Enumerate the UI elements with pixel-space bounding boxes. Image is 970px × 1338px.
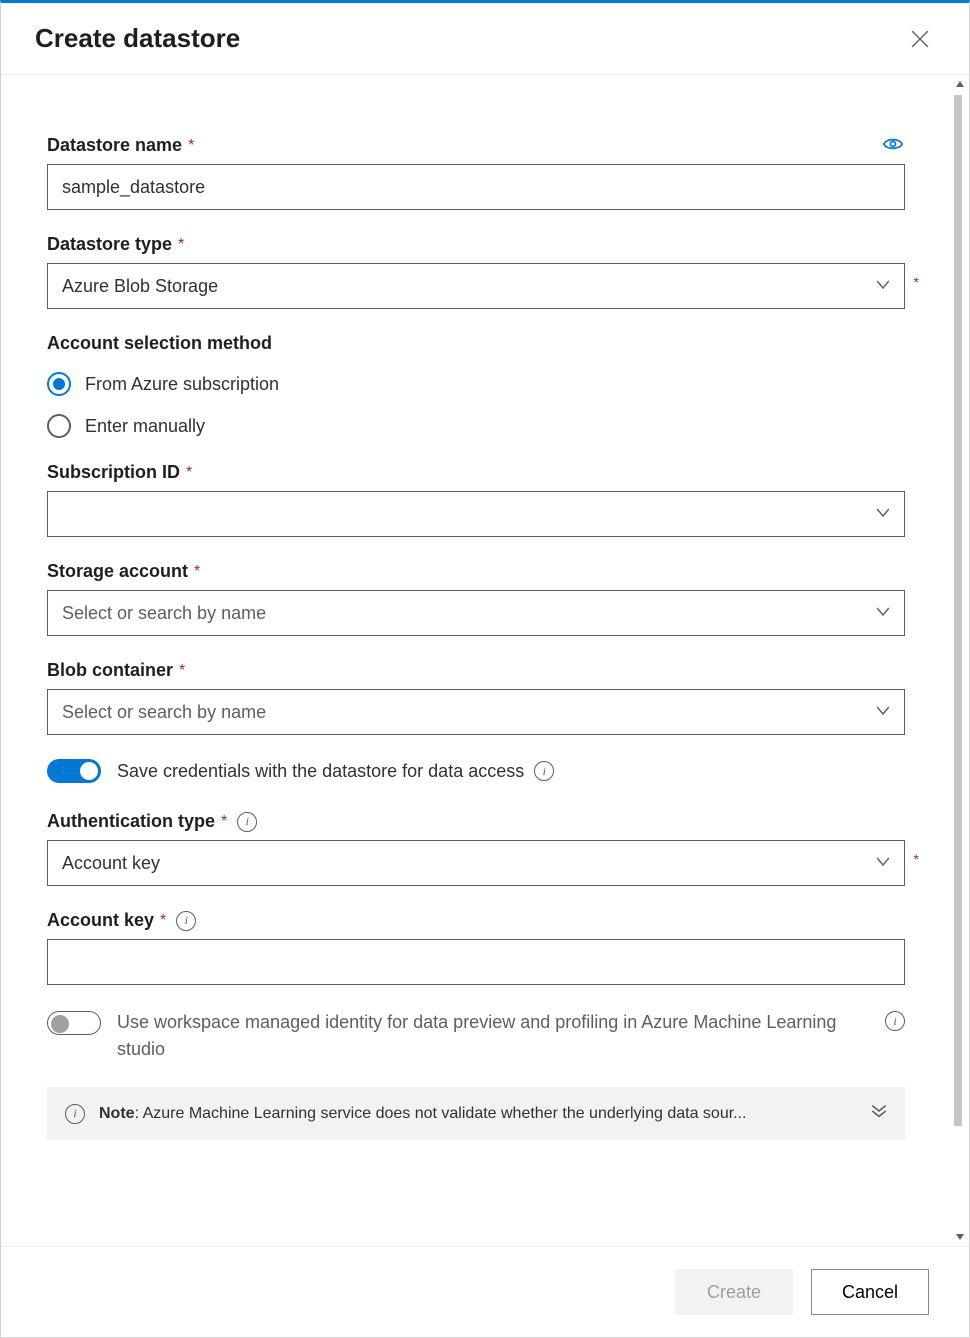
cancel-button[interactable]: Cancel	[811, 1269, 929, 1315]
storage-account-label: Storage account	[47, 561, 188, 582]
radio-enter-manually[interactable]: Enter manually	[47, 414, 905, 438]
datastore-name-label: Datastore name	[47, 135, 182, 156]
create-datastore-panel: Create datastore Datastore name *	[0, 0, 970, 1338]
close-icon	[911, 30, 929, 48]
info-icon[interactable]: i	[885, 1011, 905, 1031]
double-chevron-down-icon	[871, 1103, 887, 1119]
note-expand-button[interactable]	[871, 1103, 887, 1124]
chevron-down-icon	[876, 603, 890, 624]
auth-type-value: Account key	[62, 853, 160, 874]
datastore-type-select[interactable]: Azure Blob Storage	[47, 263, 905, 309]
subscription-id-label: Subscription ID	[47, 462, 180, 483]
save-credentials-label: Save credentials with the datastore for …	[117, 761, 524, 782]
note-box: i Note: Azure Machine Learning service d…	[47, 1087, 905, 1140]
required-indicator: *	[178, 236, 184, 254]
panel-header: Create datastore	[1, 3, 969, 75]
eye-icon	[883, 137, 903, 151]
create-button[interactable]: Create	[675, 1269, 793, 1315]
required-indicator: *	[194, 563, 200, 581]
auth-type-label: Authentication type	[47, 811, 215, 832]
info-icon[interactable]: i	[237, 812, 257, 832]
managed-identity-row: Use workspace managed identity for data …	[47, 1009, 905, 1063]
preview-button[interactable]	[881, 135, 905, 156]
required-indicator: *	[914, 274, 919, 290]
blob-container-select[interactable]: Select or search by name	[47, 689, 905, 735]
field-datastore-type: Datastore type * Azure Blob Storage *	[47, 234, 905, 309]
scroll-up-arrow[interactable]	[951, 75, 969, 93]
info-icon: i	[65, 1104, 85, 1124]
radio-icon	[47, 372, 71, 396]
storage-account-placeholder: Select or search by name	[62, 603, 266, 624]
info-icon[interactable]: i	[176, 911, 196, 931]
scrollbar-thumb[interactable]	[954, 95, 962, 1126]
required-indicator: *	[914, 851, 919, 867]
info-icon[interactable]: i	[534, 761, 554, 781]
field-storage-account: Storage account * Select or search by na…	[47, 561, 905, 636]
managed-identity-label: Use workspace managed identity for data …	[117, 1009, 873, 1063]
radio-icon	[47, 414, 71, 438]
scroll-down-arrow[interactable]	[951, 1228, 969, 1246]
note-text: Note: Azure Machine Learning service doe…	[99, 1105, 857, 1123]
storage-account-select[interactable]: Select or search by name	[47, 590, 905, 636]
field-datastore-name: Datastore name *	[47, 135, 905, 210]
panel-title: Create datastore	[35, 23, 240, 54]
radio-from-subscription[interactable]: From Azure subscription	[47, 372, 905, 396]
required-indicator: *	[160, 912, 166, 930]
datastore-type-label: Datastore type	[47, 234, 172, 255]
radio-from-subscription-label: From Azure subscription	[85, 374, 279, 395]
datastore-type-value: Azure Blob Storage	[62, 276, 218, 297]
subscription-id-select[interactable]	[47, 491, 905, 537]
blob-container-label: Blob container	[47, 660, 173, 681]
required-indicator: *	[188, 137, 194, 155]
chevron-down-icon	[876, 276, 890, 297]
blob-container-placeholder: Select or search by name	[62, 702, 266, 723]
panel-body-wrap: Datastore name * Datastore type * Azure …	[1, 75, 969, 1246]
account-selection-heading: Account selection method	[47, 333, 905, 354]
panel-footer: Create Cancel	[1, 1246, 969, 1337]
field-account-selection: Account selection method From Azure subs…	[47, 333, 905, 438]
save-credentials-toggle[interactable]	[47, 759, 101, 783]
datastore-name-input[interactable]	[47, 164, 905, 210]
required-indicator: *	[179, 662, 185, 680]
required-indicator: *	[186, 464, 192, 482]
scrollbar[interactable]	[951, 75, 969, 1246]
field-subscription-id: Subscription ID *	[47, 462, 905, 537]
chevron-down-icon	[876, 504, 890, 525]
radio-enter-manually-label: Enter manually	[85, 416, 205, 437]
managed-identity-toggle[interactable]	[47, 1011, 101, 1035]
account-key-label: Account key	[47, 910, 154, 931]
save-credentials-row: Save credentials with the datastore for …	[47, 759, 905, 783]
panel-body: Datastore name * Datastore type * Azure …	[1, 75, 951, 1246]
required-indicator: *	[221, 813, 227, 831]
chevron-down-icon	[876, 853, 890, 874]
field-blob-container: Blob container * Select or search by nam…	[47, 660, 905, 735]
close-button[interactable]	[905, 24, 935, 54]
field-account-key: Account key * i	[47, 910, 905, 985]
account-key-input[interactable]	[47, 939, 905, 985]
auth-type-select[interactable]: Account key	[47, 840, 905, 886]
chevron-down-icon	[876, 702, 890, 723]
field-auth-type: Authentication type * i Account key *	[47, 811, 905, 886]
